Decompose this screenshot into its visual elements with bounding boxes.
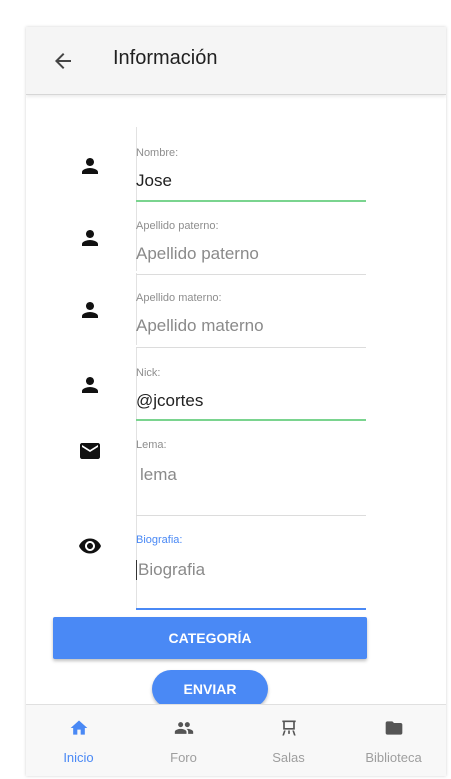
- nav-item-inicio[interactable]: Inicio: [26, 705, 131, 776]
- nav-label-salas: Salas: [272, 750, 305, 765]
- group-icon: [174, 722, 194, 734]
- categoria-button[interactable]: CATEGORÍA: [53, 617, 367, 659]
- apellido-paterno-underline: [136, 274, 366, 275]
- nick-input[interactable]: [136, 391, 366, 411]
- enviar-button[interactable]: ENVIAR: [152, 670, 268, 708]
- app-bar: Información: [26, 27, 446, 95]
- apellido-paterno-field: Apellido paterno:: [136, 220, 366, 276]
- nav-item-foro[interactable]: Foro: [131, 705, 236, 776]
- apellido-materno-label: Apellido materno:: [136, 292, 222, 304]
- apellido-materno-input[interactable]: [136, 316, 366, 336]
- biografia-underline: [136, 608, 366, 610]
- apellido-paterno-label: Apellido paterno:: [136, 220, 219, 232]
- page-title: Información: [113, 47, 218, 69]
- app-screen: Información Nombre: Apellido paterno: Ap…: [26, 27, 446, 776]
- lema-underline: [136, 515, 366, 516]
- eye-icon: [79, 538, 101, 554]
- apellido-materno-underline: [136, 347, 366, 348]
- nombre-underline: [136, 200, 366, 202]
- apellido-paterno-input[interactable]: [136, 244, 366, 264]
- arrow-left-icon[interactable]: [51, 49, 75, 73]
- nombre-field: Nombre:: [136, 147, 366, 203]
- apellido-materno-field: Apellido materno:: [136, 292, 366, 348]
- nav-item-biblioteca[interactable]: Biblioteca: [341, 705, 446, 776]
- nick-label: Nick:: [136, 367, 161, 379]
- easel-icon: [282, 720, 296, 736]
- lema-label: Lema:: [136, 439, 167, 451]
- person-icon: [82, 230, 98, 246]
- bottom-nav: Inicio Foro Salas Biblioteca: [26, 704, 446, 776]
- folder-icon: [385, 721, 403, 735]
- lema-field: Lema:: [136, 439, 370, 519]
- home-icon: [70, 720, 88, 735]
- lema-input[interactable]: [140, 465, 370, 485]
- nav-label-inicio: Inicio: [63, 750, 94, 765]
- mail-icon: [80, 443, 100, 459]
- nombre-input[interactable]: [136, 171, 366, 191]
- nombre-label: Nombre:: [136, 147, 179, 159]
- person-icon: [82, 302, 98, 318]
- nick-underline: [136, 419, 366, 421]
- biografia-input[interactable]: [138, 560, 368, 580]
- person-icon: [82, 158, 98, 174]
- nick-field: Nick:: [136, 367, 366, 423]
- nav-item-salas[interactable]: Salas: [236, 705, 341, 776]
- biografia-field: Biografia:: [136, 534, 368, 614]
- person-icon: [82, 377, 98, 393]
- biografia-label: Biografia:: [136, 534, 183, 546]
- nav-label-foro: Foro: [170, 750, 197, 765]
- text-cursor: [136, 560, 137, 580]
- nav-label-biblioteca: Biblioteca: [365, 750, 422, 765]
